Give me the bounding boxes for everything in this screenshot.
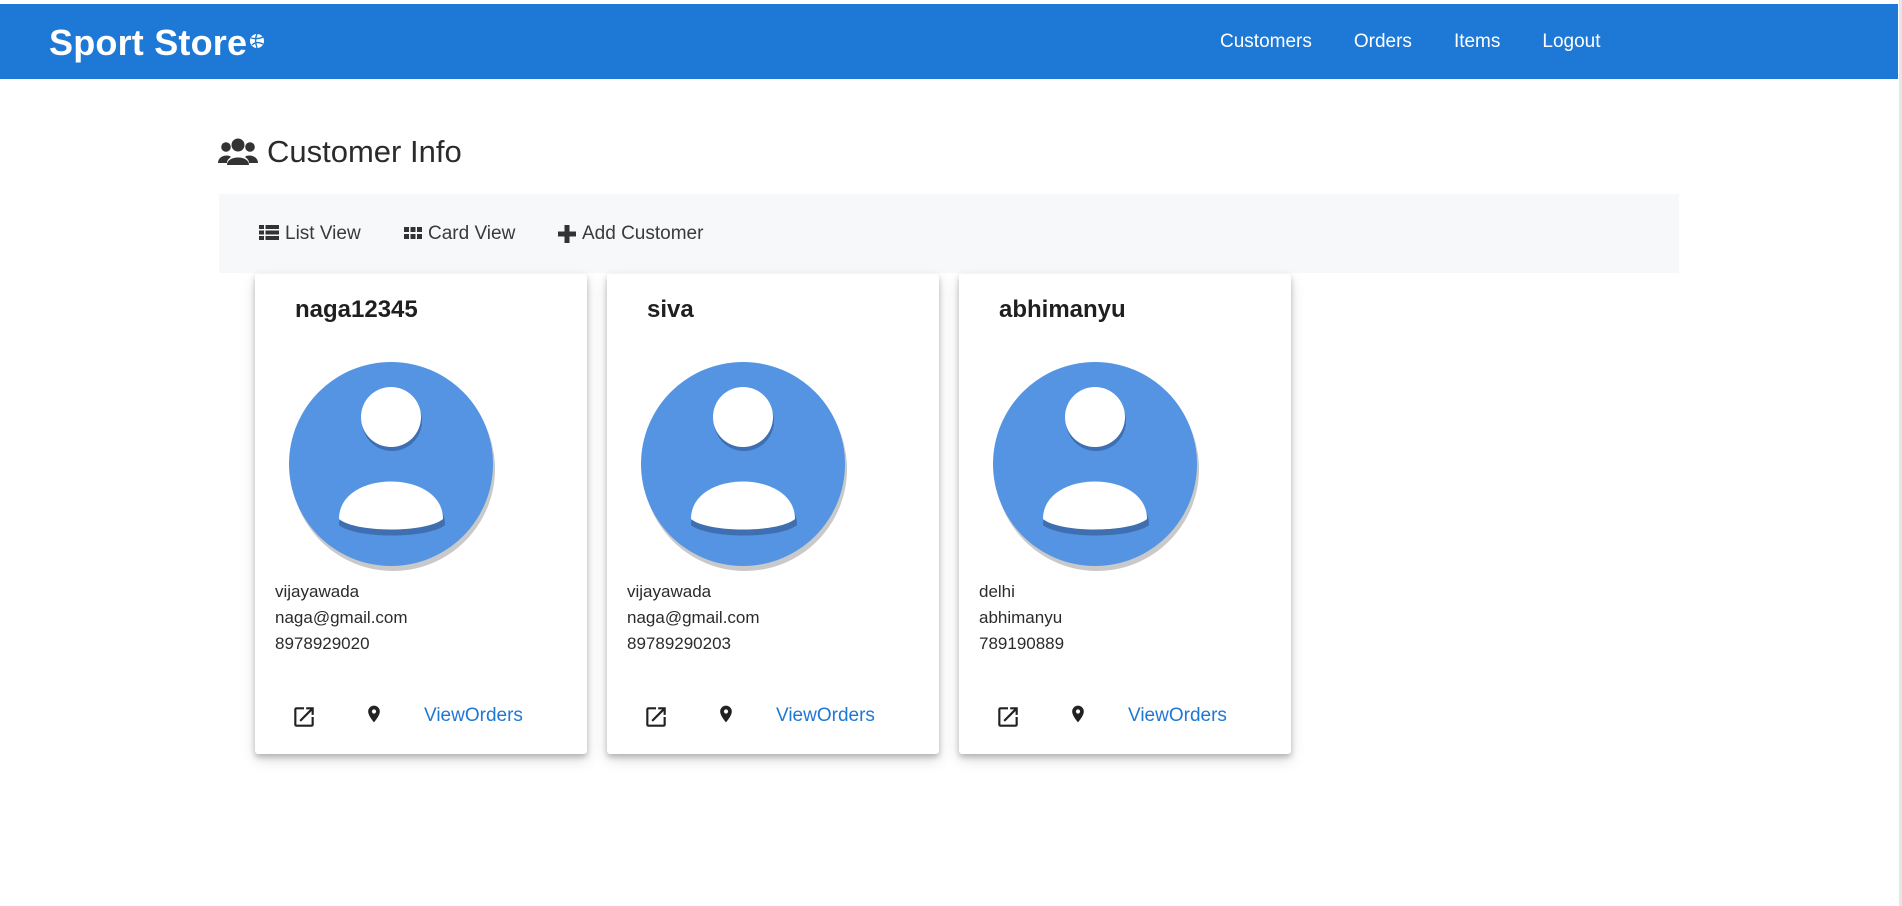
nav-link-orders[interactable]: Orders — [1354, 31, 1412, 53]
view-toolbar: List View Card View Add Customer — [219, 194, 1679, 273]
nav-link-items[interactable]: Items — [1454, 31, 1500, 53]
location-pin-icon[interactable] — [716, 702, 736, 726]
view-orders-link[interactable]: ViewOrders — [776, 705, 875, 727]
avatar-icon — [993, 362, 1199, 571]
customer-details: vijayawada naga@gmail.com 89789290203 — [627, 579, 760, 657]
grid-icon — [404, 226, 422, 239]
card-view-button[interactable]: Card View — [404, 194, 515, 273]
list-icon — [259, 224, 279, 240]
volleyball-icon — [250, 33, 265, 49]
customer-phone: 789190889 — [979, 634, 1065, 653]
customer-phone: 89789290203 — [627, 634, 732, 653]
add-customer-label: Add Customer — [582, 222, 704, 244]
customer-email: naga@gmail.com — [275, 608, 408, 627]
customer-city: delhi — [979, 582, 1015, 601]
card-actions: ViewOrders — [607, 694, 939, 744]
avatar-icon — [641, 362, 847, 571]
open-in-new-icon[interactable] — [995, 704, 1021, 730]
open-in-new-icon[interactable] — [291, 704, 317, 730]
location-pin-icon[interactable] — [364, 702, 384, 726]
location-pin-icon[interactable] — [1068, 702, 1088, 726]
customer-email: abhimanyu — [979, 608, 1063, 627]
customer-details: vijayawada naga@gmail.com 8978929020 — [275, 579, 408, 657]
plus-icon — [558, 224, 576, 243]
customer-details: delhi abhimanyu 789190889 — [979, 579, 1064, 657]
list-view-button[interactable]: List View — [259, 194, 361, 273]
customer-email: naga@gmail.com — [627, 608, 760, 627]
card-actions: ViewOrders — [959, 694, 1291, 744]
customer-city: vijayawada — [275, 582, 360, 601]
add-customer-button[interactable]: Add Customer — [558, 194, 703, 273]
list-view-label: List View — [285, 222, 361, 244]
brand-name: Sport Store — [49, 22, 248, 63]
card-actions: ViewOrders — [255, 694, 587, 744]
nav-link-customers[interactable]: Customers — [1220, 31, 1312, 53]
page-title-text: Customer Info — [267, 134, 462, 169]
page-title: Customer Info — [218, 134, 462, 170]
customer-card: abhimanyu delhi abhimanyu 789190889 View… — [959, 274, 1291, 754]
customer-card: naga12345 vijayawada naga@gmail.com 8978… — [255, 274, 587, 754]
customer-name: naga12345 — [295, 296, 418, 323]
view-orders-link[interactable]: ViewOrders — [424, 705, 523, 727]
customer-card: siva vijayawada naga@gmail.com 897892902… — [607, 274, 939, 754]
nav-link-logout[interactable]: Logout — [1542, 31, 1600, 53]
card-view-label: Card View — [428, 222, 516, 244]
customer-name: siva — [647, 296, 694, 323]
users-icon — [218, 138, 258, 165]
navbar: Sport Store Customers Orders Items Logou… — [0, 4, 1898, 79]
brand-logo[interactable]: Sport Store — [49, 22, 265, 64]
customer-phone: 8978929020 — [275, 634, 370, 653]
view-orders-link[interactable]: ViewOrders — [1128, 705, 1227, 727]
open-in-new-icon[interactable] — [643, 704, 669, 730]
avatar-icon — [289, 362, 495, 571]
customer-city: vijayawada — [627, 582, 712, 601]
nav-links: Customers Orders Items Logout — [1220, 4, 1643, 79]
customer-name: abhimanyu — [999, 296, 1126, 323]
